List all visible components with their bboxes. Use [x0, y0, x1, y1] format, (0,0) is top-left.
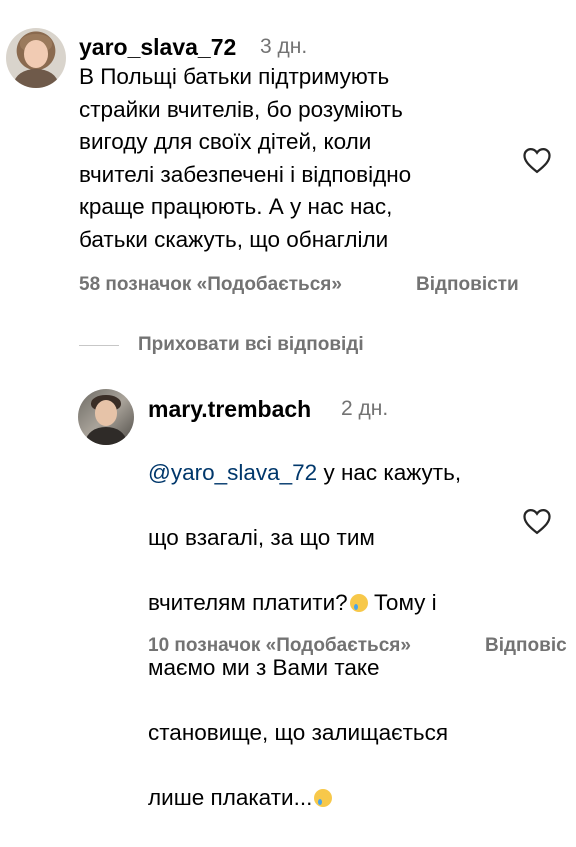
crying-face-emoji-icon — [314, 788, 333, 807]
reply-text-line: у нас кажуть, — [317, 459, 462, 485]
reply-text-line: лише плакати... — [148, 784, 313, 810]
likes-count[interactable]: 10 позначок «Подобається» — [148, 635, 411, 657]
reply-text-line: вчителям платити? — [148, 589, 348, 615]
reply-button[interactable]: Відповісти — [416, 274, 519, 296]
crying-face-emoji-icon — [349, 593, 368, 612]
reply-text-line: становище, що залищається — [148, 719, 449, 745]
reply-button[interactable]: Відповіс — [485, 635, 567, 657]
hide-replies-button[interactable]: Приховати всі відповіді — [138, 334, 364, 356]
comment-username[interactable]: yaro_slava_72 — [79, 34, 236, 61]
like-heart-icon[interactable] — [522, 507, 552, 535]
comment-text: В Польщі батьки підтримують страйки вчит… — [79, 64, 412, 252]
reply-username[interactable]: mary.trembach — [148, 396, 311, 423]
reply-time: 2 дн. — [341, 397, 389, 420]
likes-count[interactable]: 58 позначок «Подобається» — [79, 274, 342, 296]
mention-link[interactable]: @yaro_slava_72 — [148, 460, 317, 485]
comment-time: 3 дн. — [260, 35, 308, 58]
avatar[interactable] — [78, 389, 134, 445]
reply-text-line: Тому і — [367, 589, 437, 615]
like-heart-icon[interactable] — [522, 146, 552, 174]
reply-text-line: що взагалі, за що тим — [148, 524, 375, 550]
avatar[interactable] — [6, 28, 66, 88]
replies-divider — [79, 345, 119, 346]
